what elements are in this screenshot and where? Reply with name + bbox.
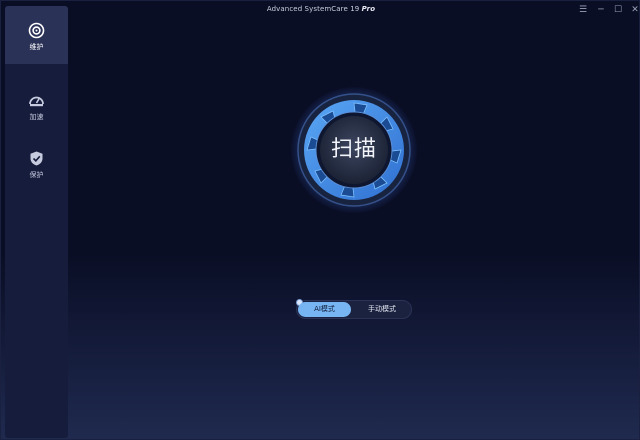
- sidebar-item-maintenance[interactable]: 维护: [5, 6, 68, 64]
- mode-toggle: AI模式 手动模式: [296, 299, 412, 319]
- sidebar-item-label: 维护: [29, 43, 44, 51]
- shield-check-icon: [30, 151, 43, 166]
- sidebar-item-speedup[interactable]: 加速: [5, 76, 68, 134]
- scan-button[interactable]: 扫描: [291, 87, 417, 213]
- scan-label: 扫描: [330, 137, 377, 162]
- close-button[interactable]: ✕: [627, 3, 640, 17]
- manual-mode-button[interactable]: 手动模式: [353, 302, 411, 317]
- app-title: Advanced SystemCare 19 Pro: [1, 5, 640, 13]
- maintenance-icon: [28, 22, 45, 39]
- sidebar-item-label: 保护: [29, 171, 44, 179]
- ai-mode-button[interactable]: AI模式: [298, 302, 351, 317]
- sidebar-item-label: 加速: [29, 113, 44, 121]
- title-bar: Advanced SystemCare 19 Pro ☰ ─ ☐ ✕: [1, 1, 640, 19]
- edition-badge: Pro: [361, 5, 376, 13]
- menu-button[interactable]: ☰: [575, 3, 591, 17]
- app-title-text: Advanced SystemCare 19: [266, 5, 360, 13]
- speedometer-icon: [29, 96, 44, 107]
- sidebar-item-protect[interactable]: 保护: [5, 134, 68, 192]
- minimize-button[interactable]: ─: [593, 3, 609, 17]
- app-window: Advanced SystemCare 19 Pro ☰ ─ ☐ ✕ 维护 加速: [0, 0, 640, 440]
- sidebar: 维护 加速 保护: [5, 6, 68, 438]
- maximize-button[interactable]: ☐: [610, 3, 626, 17]
